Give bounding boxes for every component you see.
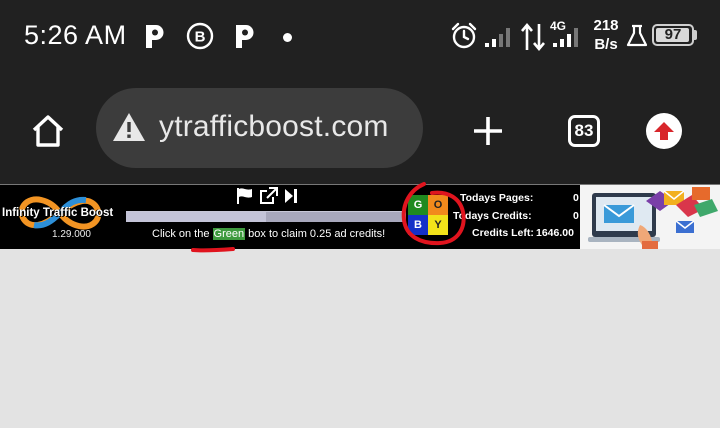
open-external-icon[interactable] <box>259 187 279 205</box>
orange-box-label: O <box>433 199 443 211</box>
green-box[interactable]: G <box>408 195 428 215</box>
tab-switcher-icon: 83 <box>568 115 600 147</box>
blue-box-label: B <box>414 219 422 231</box>
infinity-traffic-boost-logo[interactable]: Infinity Traffic Boost 1.29.000 <box>0 185 122 249</box>
data-transfer-icon <box>521 22 545 52</box>
orange-box[interactable]: O <box>428 195 448 215</box>
todays-credits-label: Todays Credits: <box>453 210 532 222</box>
timer-progress-fill <box>126 212 266 222</box>
yellow-box-label: Y <box>434 219 442 231</box>
surfbar: Infinity Traffic Boost 1.29.000 Click on… <box>0 185 720 249</box>
update-arrow-icon <box>654 122 674 140</box>
pinterest-icon <box>146 25 164 48</box>
color-box-grid: G O B Y <box>408 195 448 235</box>
page-body <box>0 249 720 428</box>
green-box-label: G <box>413 199 423 211</box>
ad-banner[interactable] <box>580 185 720 249</box>
skip-next-icon[interactable] <box>284 187 298 205</box>
credits-left-label: Credits Left: <box>472 227 534 239</box>
signal-strength-icon <box>485 28 510 47</box>
instruction-highlight: Green <box>212 228 246 240</box>
flag-icon[interactable] <box>235 187 255 205</box>
pinterest-icon <box>236 25 254 48</box>
address-bar[interactable]: ytrafficboost.com <box>96 88 423 168</box>
battery-level-text: 97 <box>664 26 682 43</box>
not-secure-warning-icon[interactable] <box>111 110 147 144</box>
browser-toolbar: ytrafficboost.com 83 <box>0 78 720 184</box>
todays-pages-label: Todays Pages: <box>460 192 534 204</box>
instruction-prefix: Click on the <box>152 228 213 240</box>
todays-pages-value: 0 <box>573 192 579 204</box>
home-icon <box>32 115 64 147</box>
network-speed: 218 B/s <box>590 16 622 54</box>
update-badge <box>646 113 682 149</box>
alarm-icon <box>451 22 477 49</box>
tab-switcher-button[interactable]: 83 <box>558 78 610 184</box>
email-marketing-illustration <box>580 185 720 249</box>
claim-instruction: Click on the Green box to claim 0.25 ad … <box>152 228 385 240</box>
logo-text: Infinity Traffic Boost <box>2 207 114 219</box>
bluetooth-b-icon: B <box>186 22 214 50</box>
battery-indicator: 97 <box>652 24 694 46</box>
status-bar: 5:26 AM B 4G 218 B/s 97 <box>0 0 720 78</box>
todays-credits-value: 0 <box>573 210 579 222</box>
signal-strength-2-icon <box>553 28 578 47</box>
more-dot-icon <box>283 33 292 42</box>
flask-icon <box>626 24 648 47</box>
version-text: 1.29.000 <box>52 229 91 240</box>
new-tab-plus-icon <box>474 117 502 145</box>
yellow-box[interactable]: Y <box>428 215 448 235</box>
timer-progress-bar <box>126 211 406 222</box>
credits-left-value: 1646.00 <box>536 227 574 239</box>
speed-value: 218 <box>593 17 619 34</box>
new-tab-button[interactable] <box>462 78 514 184</box>
tab-count: 83 <box>574 121 594 140</box>
battery-nub <box>694 30 697 40</box>
update-chrome-button[interactable] <box>638 78 690 184</box>
url-text[interactable]: ytrafficboost.com <box>159 110 389 144</box>
instruction-suffix: box to claim 0.25 ad credits! <box>245 228 386 240</box>
speed-unit: B/s <box>594 36 618 53</box>
svg-text:B: B <box>195 29 206 46</box>
home-button[interactable] <box>22 78 74 184</box>
blue-box[interactable]: B <box>408 215 428 235</box>
status-time: 5:26 AM <box>24 20 127 50</box>
